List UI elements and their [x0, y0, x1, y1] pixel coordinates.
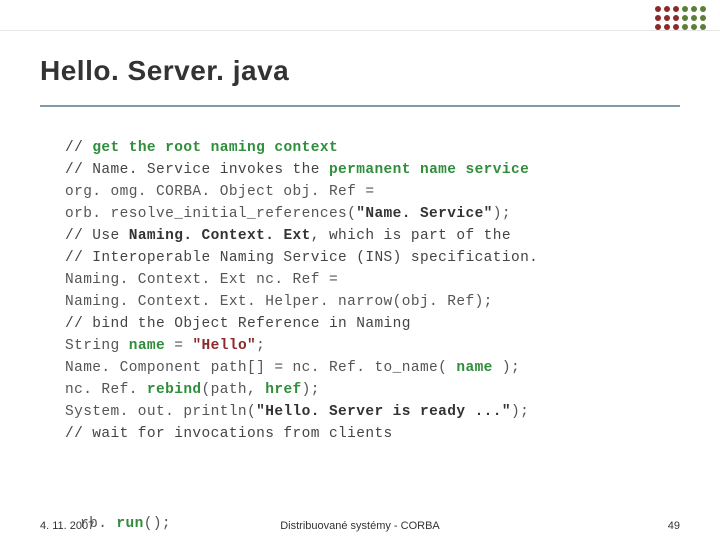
code-text: permanent name service — [329, 162, 529, 178]
code-text: "Name. Service" — [356, 206, 493, 222]
code-text: // Interoperable Naming Service (INS) sp… — [65, 247, 690, 269]
code-text: org. omg. CORBA. Object obj. Ref = — [65, 181, 690, 203]
code-text: href — [265, 382, 301, 398]
code-text: ); — [493, 206, 511, 222]
title-underline — [40, 105, 680, 107]
footer-date: 4. 11. 2007 — [40, 520, 94, 532]
top-bar — [0, 0, 720, 31]
code-text: orb. resolve_initial_references( — [65, 206, 356, 222]
slide-footer: 4. 11. 2007 Distribuované systémy - CORB… — [0, 512, 720, 532]
title-area: Hello. Server. java — [0, 31, 720, 95]
code-text: // wait for invocations from clients — [65, 423, 690, 445]
code-text: Naming. Context. Ext nc. Ref = — [65, 269, 690, 291]
code-text: , which is part of the — [311, 228, 511, 244]
code-text: = — [165, 338, 192, 354]
code-text: ; — [256, 338, 265, 354]
code-text: ); — [511, 404, 529, 420]
code-block: // get the root naming context // Name. … — [65, 137, 690, 445]
code-text: name — [456, 360, 492, 376]
code-text: ); — [493, 360, 520, 376]
code-text: System. out. println( — [65, 404, 256, 420]
code-text: "Hello" — [192, 338, 256, 354]
code-text: ); — [302, 382, 320, 398]
code-text: Naming. Context. Ext — [129, 228, 311, 244]
decorative-dot-grid — [655, 6, 706, 30]
code-text: nc. Ref. — [65, 382, 147, 398]
code-text: Naming. Context. Ext. Helper. narrow(obj… — [65, 291, 690, 313]
code-text: // Name. Service invokes the — [65, 162, 329, 178]
code-text: // bind the Object Reference in Naming — [65, 313, 690, 335]
code-text: name — [129, 338, 165, 354]
footer-page-number: 49 — [668, 520, 680, 532]
code-text: Name. Component path[] = nc. Ref. to_nam… — [65, 360, 456, 376]
footer-subject: Distribuované systémy - CORBA — [280, 520, 440, 532]
code-text: // Use — [65, 228, 129, 244]
code-text: rebind — [147, 382, 202, 398]
code-text: // — [65, 140, 92, 156]
code-text: get the root naming context — [92, 140, 338, 156]
slide-title: Hello. Server. java — [40, 55, 680, 87]
code-text: "Hello. Server is ready ..." — [256, 404, 511, 420]
code-text: (path, — [202, 382, 266, 398]
code-text: String — [65, 338, 129, 354]
